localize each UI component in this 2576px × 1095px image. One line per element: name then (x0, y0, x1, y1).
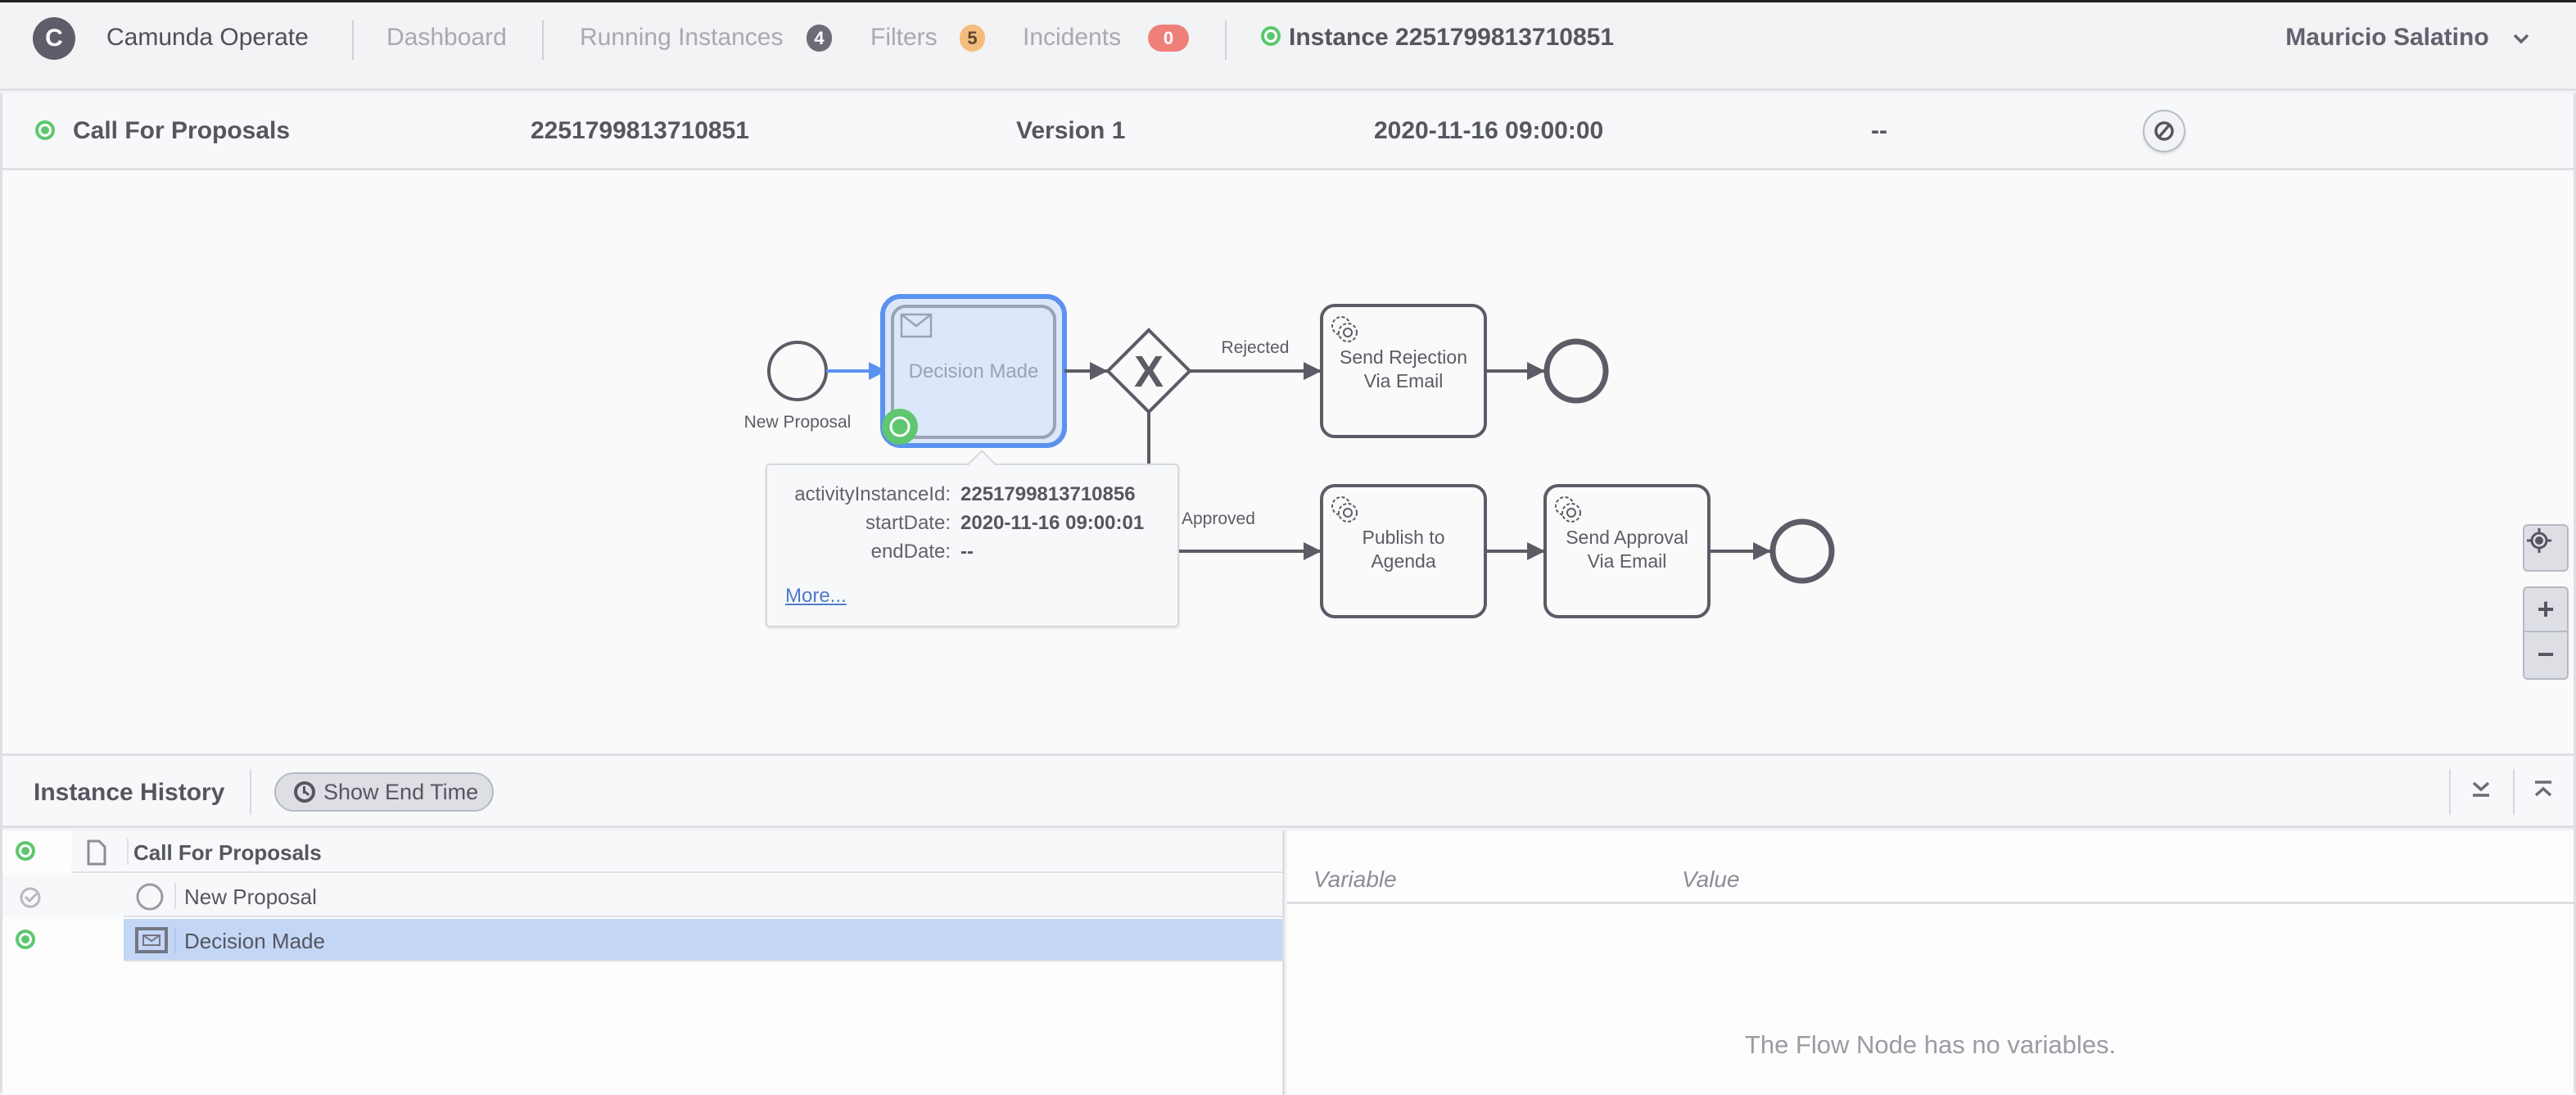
zoom-in-button[interactable]: + (2524, 588, 2567, 632)
active-status-icon (16, 930, 35, 949)
start-event-icon (136, 883, 164, 911)
user-menu[interactable]: Mauricio Salatino (2285, 24, 2530, 52)
popover-more-link[interactable]: More... (785, 585, 847, 608)
camunda-logo-icon[interactable]: C (33, 17, 75, 60)
app-header: C Camunda Operate Dashboard Running Inst… (0, 2, 2576, 91)
flow-node-popover: activityInstanceId: 2251799813710856 sta… (766, 450, 1179, 627)
tree-row[interactable]: Call For Proposals (2, 830, 1282, 873)
tree-row-label: Call For Proposals (133, 840, 322, 865)
current-instance-label: Instance 2251799813710851 (1289, 24, 1615, 51)
zoom-controls: + − (2523, 586, 2569, 680)
reset-view-icon (2524, 526, 2567, 570)
tree-divider (174, 927, 176, 953)
nav-running-instances[interactable]: Running Instances (580, 24, 784, 52)
header-divider (2513, 769, 2515, 815)
task-decision-made-label: Decision Made (909, 360, 1039, 382)
flow-label-approved: Approved (1182, 509, 1255, 528)
incidents-count-badge: 0 (1148, 25, 1189, 52)
popover-row: startDate: 2020-11-16 09:00:01 (767, 512, 1177, 536)
reset-view-button[interactable] (2523, 524, 2569, 572)
document-icon (87, 839, 106, 866)
column-header-value: Value (1682, 866, 1740, 892)
brand-link[interactable]: Camunda Operate (106, 24, 309, 52)
column-header-variable: Variable (1313, 866, 1397, 892)
show-end-time-button[interactable]: Show End Time (274, 772, 494, 812)
variables-table-header: Variable Value (1287, 830, 2574, 904)
completed-check-icon (20, 887, 41, 908)
nav-filters[interactable]: Filters (870, 24, 938, 52)
popover-key: activityInstanceId: (794, 483, 951, 505)
expand-up-icon (2534, 781, 2552, 797)
popover-row: activityInstanceId: 2251799813710856 (767, 483, 1177, 508)
instance-id: 2251799813710851 (531, 117, 749, 144)
tree-row-cell-selected: Decision Made (124, 919, 1282, 962)
start-event-new-proposal[interactable] (767, 341, 828, 401)
end-date: -- (1871, 117, 1887, 144)
popover-value: -- (960, 541, 974, 563)
flow-label-rejected: Rejected (1222, 338, 1290, 357)
gateway-x-icon: X (1134, 347, 1164, 396)
chevron-down-icon (2513, 34, 2529, 44)
zoom-out-button[interactable]: − (2524, 632, 2567, 676)
message-task-icon (135, 927, 168, 953)
popover-key: startDate: (865, 512, 951, 534)
tree-row-cell: New Proposal (124, 875, 1282, 917)
show-end-time-label: Show End Time (323, 779, 479, 804)
popover-row: endDate: -- (767, 541, 1177, 565)
tree-row-cell: Call For Proposals (71, 830, 1282, 873)
cancel-icon (2154, 121, 2174, 141)
no-variables-message: The Flow Node has no variables. (1744, 1030, 2117, 1059)
collapse-panel-button[interactable] (2469, 777, 2493, 802)
user-name: Mauricio Salatino (2285, 24, 2489, 51)
current-instance-link[interactable]: Instance 2251799813710851 (1261, 24, 1614, 52)
cancel-instance-button[interactable] (2143, 110, 2185, 152)
popover-key: endDate: (870, 541, 951, 563)
bpmn-diagram-canvas[interactable]: New Proposal Decision Made X Rejected Ap… (0, 170, 2576, 753)
instance-history-header: Instance History Show End Time (2, 756, 2574, 828)
clock-icon (294, 781, 315, 803)
instance-summary-bar: Call For Proposals 2251799813710851 Vers… (0, 93, 2576, 170)
instance-history-title: Instance History (34, 779, 225, 806)
filters-count-badge: 5 (960, 25, 985, 52)
start-date: 2020-11-16 09:00:00 (1374, 117, 1604, 144)
tree-divider (127, 839, 129, 865)
header-divider (250, 769, 251, 815)
popover-value: 2251799813710856 (960, 483, 1136, 505)
header-divider (1225, 20, 1227, 60)
active-token-icon (882, 409, 918, 445)
tree-row[interactable]: New Proposal (2, 875, 1282, 917)
instance-history-tree: Call For Proposals New Proposal Decision… (2, 830, 1285, 1095)
nav-dashboard[interactable]: Dashboard (386, 24, 507, 52)
nav-incidents[interactable]: Incidents (1023, 24, 1121, 52)
bottom-panel: Instance History Show End Time Call For … (0, 753, 2576, 1095)
tree-row[interactable]: Decision Made (2, 919, 1282, 962)
process-version: Version 1 (1016, 117, 1126, 144)
header-divider (352, 20, 354, 60)
start-event-label: New Proposal (744, 413, 852, 432)
end-event-approval[interactable] (1769, 518, 1835, 584)
expand-panel-button[interactable] (2531, 777, 2556, 802)
tree-row-label: New Proposal (184, 885, 317, 909)
bpmn-diagram: New Proposal Decision Made X Rejected Ap… (744, 294, 1835, 618)
active-status-icon (1261, 26, 1281, 47)
running-instances-count-badge: 4 (807, 25, 832, 52)
end-event-rejection[interactable] (1543, 338, 1609, 404)
tree-divider (174, 883, 176, 909)
popover-value: 2020-11-16 09:00:01 (960, 512, 1145, 534)
header-divider (2449, 769, 2451, 815)
header-divider (542, 20, 544, 60)
process-name: Call For Proposals (73, 117, 291, 144)
active-status-icon (16, 841, 35, 861)
collapse-down-icon (2472, 781, 2490, 797)
active-status-icon (35, 120, 55, 140)
tree-row-label: Decision Made (184, 929, 325, 953)
variables-panel: Variable Value The Flow Node has no vari… (1287, 830, 2574, 1095)
